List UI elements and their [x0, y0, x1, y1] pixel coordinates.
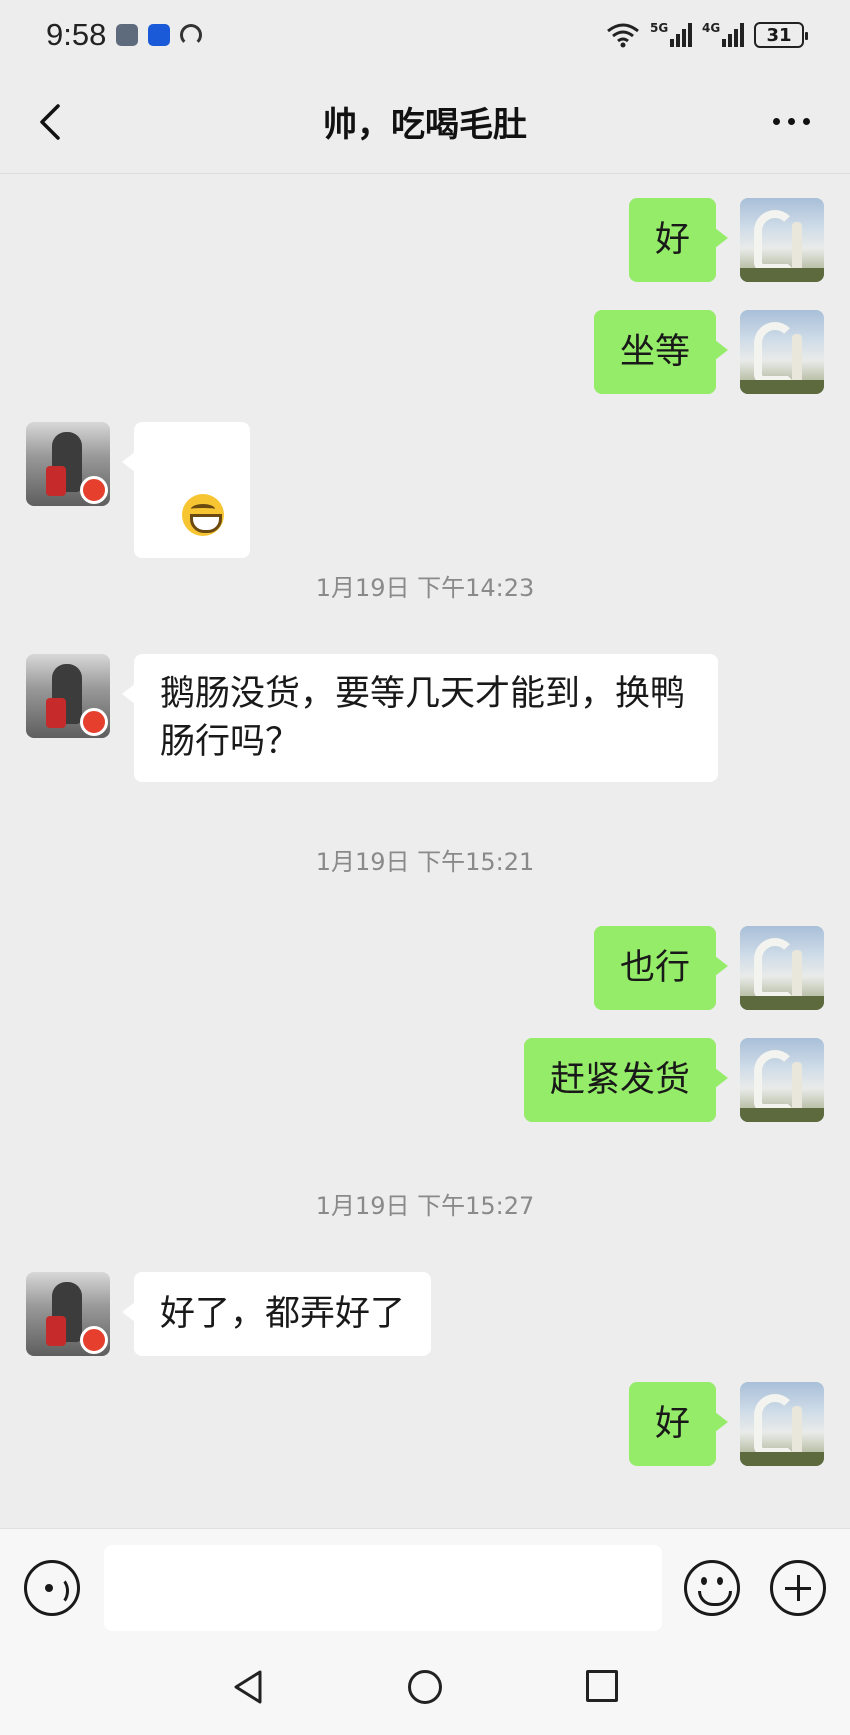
- message-bubble[interactable]: 好了，都弄好了: [121, 1272, 432, 1356]
- avatar[interactable]: [26, 422, 110, 506]
- chat-title: 帅，吃喝毛肚: [323, 105, 527, 145]
- battery-icon: 31: [754, 22, 808, 48]
- avatar[interactable]: [740, 1038, 824, 1122]
- nav-back-icon[interactable]: [230, 1668, 266, 1706]
- grin-emoji-icon: [182, 494, 225, 536]
- signal-5g-icon: 5G: [650, 21, 692, 47]
- avatar[interactable]: [740, 926, 824, 1010]
- app-notification-icon: [148, 24, 171, 46]
- message-timestamp: 1月19日 下午15:27: [315, 1192, 535, 1220]
- chevron-left-icon[interactable]: [32, 102, 72, 142]
- message-bubble[interactable]: 好: [628, 198, 729, 282]
- wifi-icon: [607, 23, 639, 48]
- emoji-icon[interactable]: [684, 1560, 740, 1616]
- app-notification-icon: [116, 24, 139, 46]
- status-bar: 9:58 5G 4G 31: [0, 0, 850, 70]
- message-input[interactable]: [104, 1545, 662, 1631]
- chat-header: 帅，吃喝毛肚: [0, 70, 850, 174]
- message-bubble[interactable]: 坐等: [593, 310, 729, 394]
- status-time: 9:58: [46, 17, 107, 52]
- avatar[interactable]: [740, 198, 824, 282]
- network-5g-label: 5G: [650, 21, 669, 35]
- message-timestamp: 1月19日 下午15:21: [315, 848, 535, 876]
- avatar[interactable]: [740, 310, 824, 394]
- message-bubble[interactable]: 鹅肠没货，要等几天才能到，换鸭 肠行吗？: [122, 654, 718, 782]
- system-nav-bar: [0, 1648, 850, 1735]
- status-left: 9:58: [46, 17, 203, 53]
- input-bar: [0, 1528, 850, 1648]
- more-dots-icon[interactable]: [773, 118, 810, 125]
- avatar[interactable]: [26, 1272, 110, 1356]
- voice-icon[interactable]: [24, 1560, 80, 1616]
- network-4g-label: 4G: [702, 21, 721, 35]
- nav-recent-apps-icon[interactable]: [586, 1670, 618, 1702]
- signal-4g-icon: 4G: [702, 21, 744, 47]
- message-bubble[interactable]: [121, 422, 251, 558]
- nav-home-icon[interactable]: [408, 1670, 442, 1704]
- plus-icon[interactable]: [770, 1560, 826, 1616]
- status-right: 5G 4G 31: [606, 21, 808, 48]
- message-bubble[interactable]: 好: [628, 1382, 729, 1466]
- avatar[interactable]: [26, 654, 110, 738]
- message-bubble[interactable]: 也行: [593, 926, 729, 1010]
- message-bubble[interactable]: 赶紧发货: [523, 1038, 729, 1122]
- message-timestamp: 1月19日 下午14:23: [315, 574, 535, 602]
- speedometer-icon: [180, 24, 203, 46]
- avatar[interactable]: [740, 1382, 824, 1466]
